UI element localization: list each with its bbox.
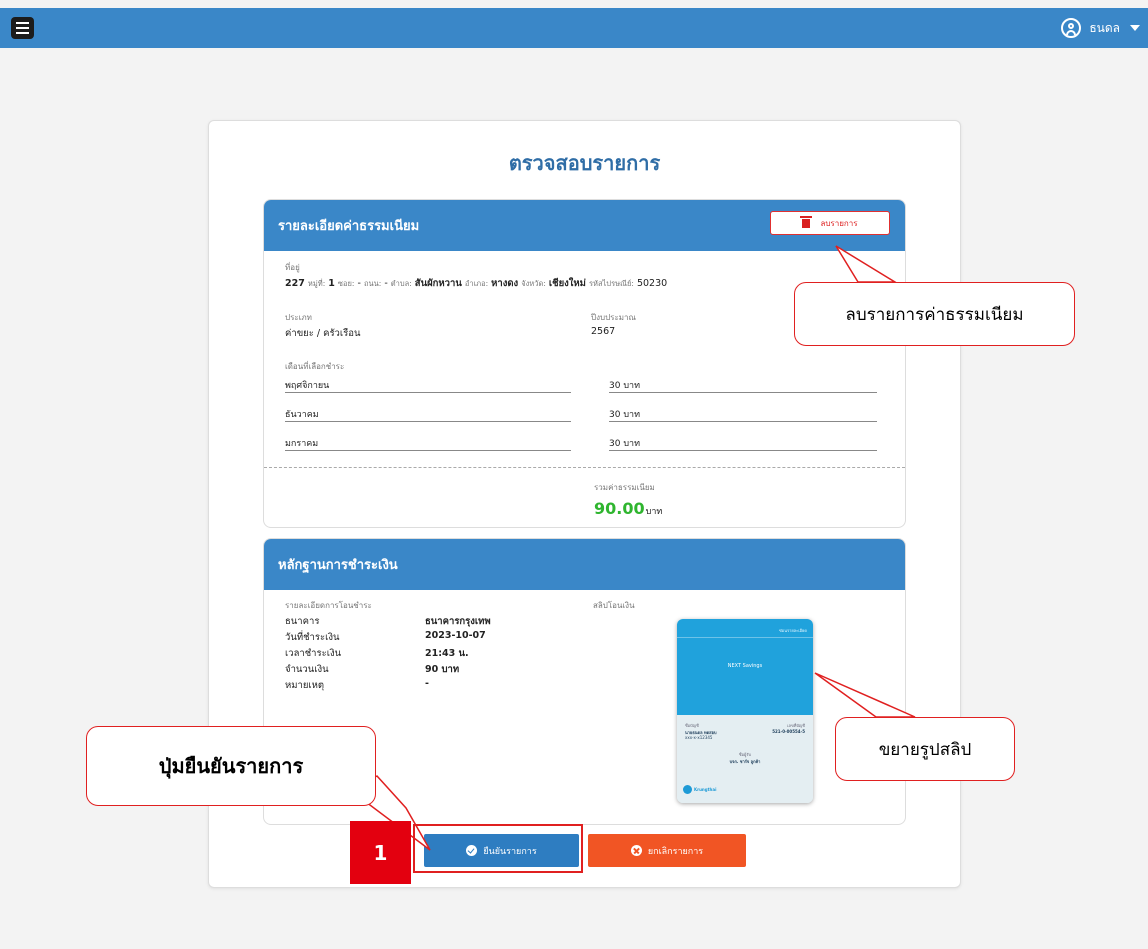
delete-callout: ลบรายการค่าธรรมเนียม xyxy=(794,282,1075,346)
enlarge-callout-pointer xyxy=(814,672,916,718)
annotation-pointers xyxy=(348,245,916,851)
confirm-callout: ปุ่มยืนยันรายการ xyxy=(86,726,376,806)
delete-callout-pointer xyxy=(835,245,898,283)
step-badge: 1 xyxy=(350,821,411,884)
confirm-highlight-box xyxy=(413,824,583,873)
enlarge-callout: ขยายรูปสลิป xyxy=(835,717,1015,781)
